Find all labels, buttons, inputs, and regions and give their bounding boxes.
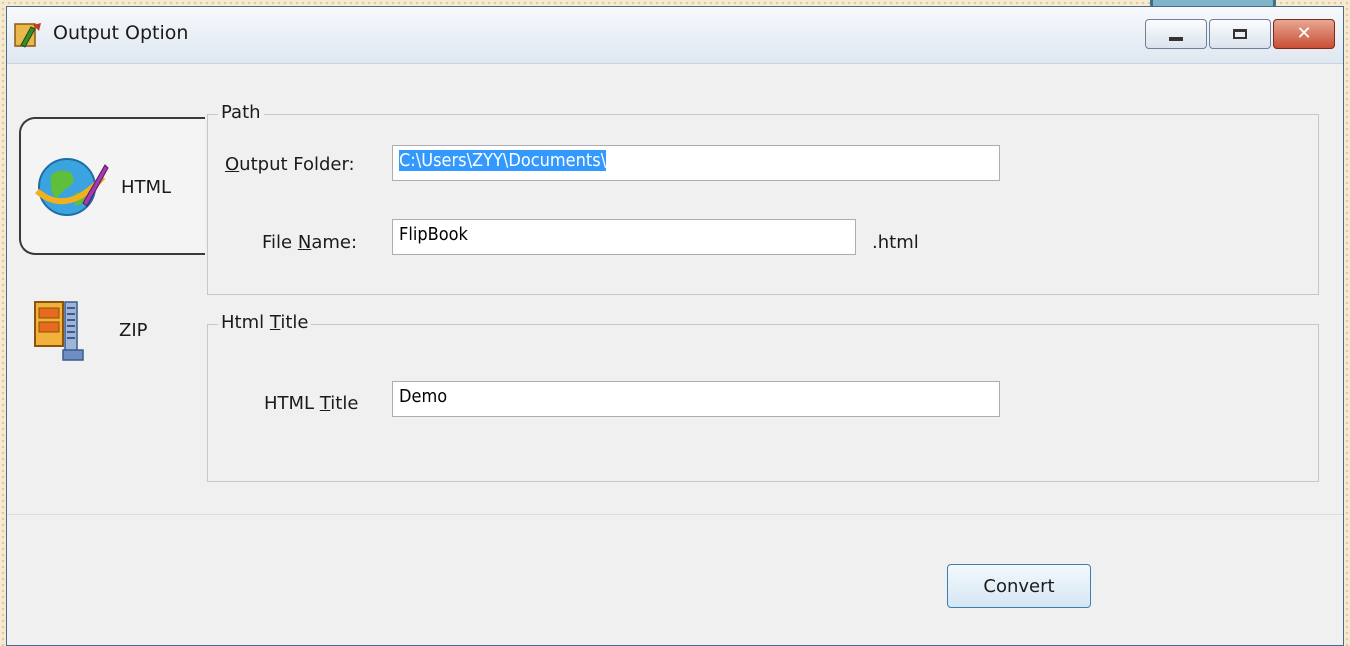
sidebar-item-label: ZIP (119, 320, 148, 341)
path-group: Path Output Folder: C:\Users\ZYY\Documen… (207, 102, 1319, 295)
minimize-icon (1169, 37, 1183, 41)
convert-button[interactable]: Convert (947, 564, 1091, 608)
sidebar-item-zip[interactable]: ZIP (19, 296, 205, 366)
output-folder-value: C:\Users\ZYY\Documents\ (399, 150, 607, 171)
output-option-window: Output Option ✕ HTML ZIP Path Output Fol… (6, 6, 1344, 646)
output-folder-label: Output Folder: (225, 154, 355, 175)
app-icon (14, 23, 41, 48)
zip-archive-icon (34, 301, 84, 361)
globe-icon (35, 158, 109, 216)
close-button[interactable]: ✕ (1273, 19, 1335, 49)
file-name-label: File Name: (262, 232, 358, 253)
output-folder-input[interactable]: C:\Users\ZYY\Documents\ (392, 145, 1000, 181)
html-title-label: HTML Title (264, 393, 359, 414)
html-title-value: Demo (399, 386, 448, 407)
dialog-content: HTML ZIP Path Output Folder: C:\Users\ZY… (7, 64, 1343, 645)
html-title-group: Html Title HTML Title Demo (207, 312, 1319, 482)
group-legend: Path (218, 102, 264, 123)
minimize-button[interactable] (1145, 19, 1207, 49)
maximize-icon (1233, 29, 1247, 39)
close-icon: ✕ (1296, 23, 1312, 44)
maximize-button[interactable] (1209, 19, 1271, 49)
file-name-input[interactable]: FlipBook (392, 219, 856, 255)
html-title-input[interactable]: Demo (392, 381, 1000, 417)
sidebar-item-html[interactable]: HTML (19, 117, 205, 255)
window-title: Output Option (53, 22, 189, 44)
file-name-value: FlipBook (399, 224, 468, 245)
footer-divider (7, 514, 1343, 515)
title-bar[interactable]: Output Option ✕ (7, 7, 1343, 64)
group-legend: Html Title (218, 312, 312, 333)
sidebar-item-label: HTML (121, 177, 172, 198)
file-extension-label: .html (872, 232, 919, 253)
